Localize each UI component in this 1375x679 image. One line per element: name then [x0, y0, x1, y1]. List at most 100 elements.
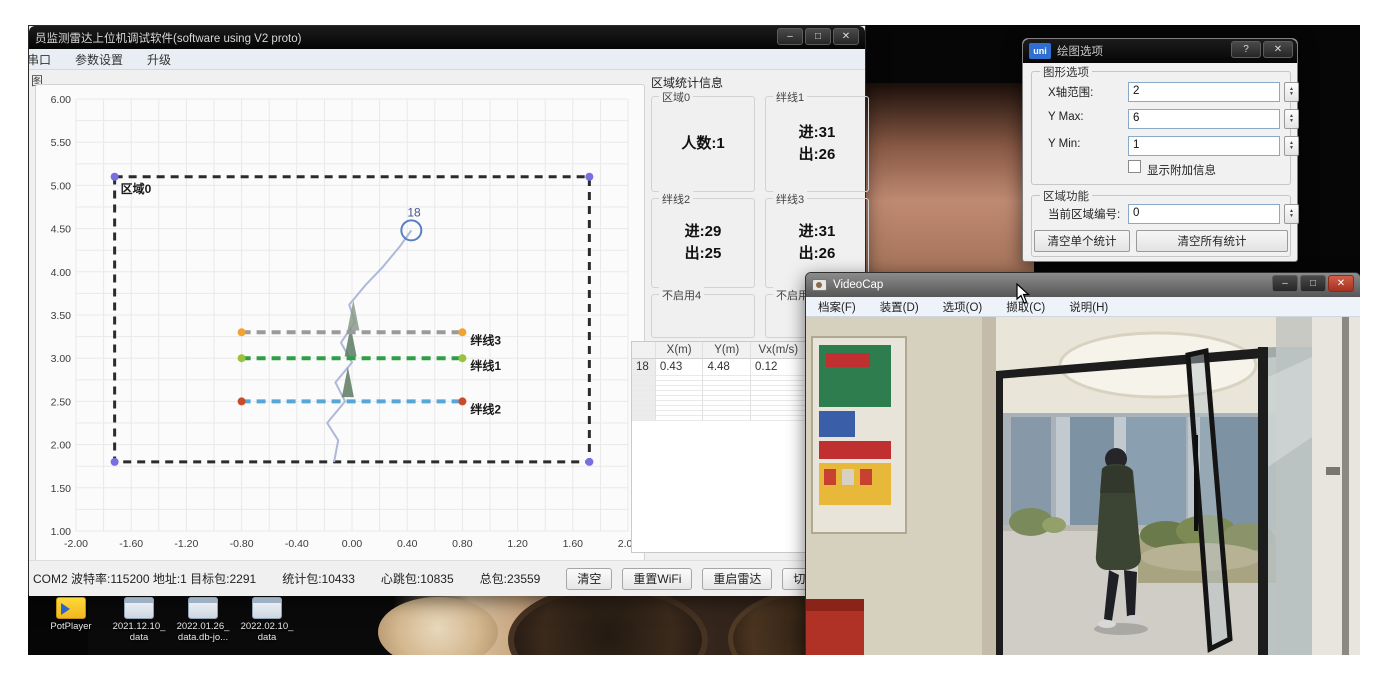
table-cell[interactable]: 4.48	[703, 359, 751, 376]
videocap-minimize-button[interactable]: –	[1272, 275, 1298, 292]
videocap-titlebar[interactable]: VideoCap – □ ✕	[806, 273, 1360, 297]
radar-titlebar[interactable]: 员监测雷达上位机调试软件(software using V2 proto) – …	[29, 26, 865, 49]
desktop-icon-label: 2022.02.10_	[236, 621, 298, 632]
trip-line-endpoint	[238, 354, 246, 362]
dialog-field-input-1[interactable]: 2	[1128, 82, 1280, 102]
graphics-options-caption: 图形选项	[1040, 64, 1092, 80]
desktop-icon-2022.01.26_[interactable]: 2022.01.26_data.db-jo...	[172, 597, 234, 643]
stats-value: 人数:1	[681, 133, 724, 155]
stats-group-caption: 绊线1	[773, 89, 807, 105]
trip-line-label: 绊线1	[470, 358, 501, 373]
stats-value: 出:26	[799, 144, 836, 166]
y-tick-label: 5.00	[51, 180, 72, 192]
y-tick-label: 2.50	[51, 396, 72, 408]
target-track	[327, 230, 411, 462]
menu-item-1[interactable]: 串口	[29, 49, 63, 70]
clear-button[interactable]: 清空	[566, 568, 612, 590]
desktop-icon-2021.12.10_[interactable]: 2021.12.10_data	[108, 597, 170, 643]
dialog-field-spinner-3[interactable]: ▲▼	[1284, 136, 1299, 156]
desktop-wallpaper-band	[864, 83, 1034, 298]
dialog-title: 绘图选项	[1057, 43, 1103, 59]
videocap-close-button[interactable]: ✕	[1328, 275, 1354, 292]
videocap-window: VideoCap – □ ✕ 档案(F)装置(D)选项(O)撷取(C)说明(H)	[805, 272, 1360, 655]
desktop-icon-label: data	[236, 632, 298, 643]
videocap-menu-2[interactable]: 装置(D)	[868, 297, 931, 317]
stats-group-绊线1: 绊线1进:31出:26	[765, 96, 869, 192]
dialog-field-input-3[interactable]: 1	[1128, 136, 1280, 156]
table-header-cell[interactable]: X(m)	[656, 342, 704, 359]
stats-group-caption: 不启用4	[659, 287, 704, 303]
stats-value: 进:31	[799, 122, 836, 144]
table-cell[interactable]	[751, 416, 807, 421]
dialog-field-spinner-1[interactable]: ▲▼	[1284, 82, 1299, 102]
status-item-2: 统计包:10433	[282, 570, 355, 587]
desktop-icon-2022.02.10_[interactable]: 2022.02.10_data	[236, 597, 298, 643]
videocap-title: VideoCap	[833, 279, 883, 291]
trip-line-label: 绊线2	[470, 401, 501, 416]
maximize-button[interactable]: □	[805, 28, 831, 45]
stats-group-绊线2: 绊线2进:29出:25	[651, 198, 755, 288]
table-cell[interactable]	[656, 416, 704, 421]
stats-group-不启用4: 不启用4	[651, 294, 755, 338]
minimize-button[interactable]: –	[777, 28, 803, 45]
table-header-cell[interactable]: Y(m)	[703, 342, 751, 359]
status-item-4: 总包:23559	[480, 570, 541, 587]
stats-group-区域0: 区域0人数:1	[651, 96, 755, 192]
region-corner-dot	[585, 173, 593, 181]
graphics-options-group: 图形选项 X轴范围:2▲▼Y Max:6▲▼Y Min:1▲▼ 显示附加信息	[1031, 71, 1291, 185]
videocap-menu-1[interactable]: 档案(F)	[806, 297, 868, 317]
x-tick-label: 0.00	[342, 538, 363, 550]
y-tick-label: 1.00	[51, 526, 72, 538]
status-item-3: 心跳包:10835	[381, 570, 454, 587]
clear-single-stats-button[interactable]: 清空单个统计	[1034, 230, 1130, 252]
reset-wifi-button[interactable]: 重置WiFi	[622, 568, 692, 590]
x-tick-label: 1.20	[507, 538, 528, 550]
menu-item-3[interactable]: 升级	[135, 49, 183, 70]
x-tick-label: 1.60	[563, 538, 584, 550]
stats-value: 出:25	[685, 243, 722, 265]
dialog-titlebar[interactable]: uni 绘图选项 ? ✕	[1023, 39, 1297, 63]
dialog-close-button[interactable]: ✕	[1263, 41, 1293, 58]
x-tick-label: 0.80	[452, 538, 473, 550]
plot-options-dialog: uni 绘图选项 ? ✕ 图形选项 X轴范围:2▲▼Y Max:6▲▼Y Min…	[1022, 38, 1298, 262]
uni-app-icon: uni	[1029, 43, 1051, 59]
videocap-menubar: 档案(F)装置(D)选项(O)撷取(C)说明(H)	[806, 297, 1360, 317]
file-icon	[252, 597, 282, 619]
radar-menubar: 串口参数设置升级	[29, 49, 865, 70]
show-extra-info-label: 显示附加信息	[1147, 162, 1216, 178]
videocap-video-feed	[806, 317, 1360, 655]
dialog-field-input-2[interactable]: 6	[1128, 109, 1280, 129]
current-region-label: 当前区域编号:	[1048, 206, 1120, 222]
stats-value: 进:31	[799, 221, 836, 243]
videocap-menu-5[interactable]: 说明(H)	[1057, 297, 1120, 317]
stats-group-caption: 绊线3	[773, 191, 807, 207]
current-region-spinner[interactable]: ▲▼	[1284, 204, 1299, 224]
dialog-field-spinner-2[interactable]: ▲▼	[1284, 109, 1299, 129]
radar-plot[interactable]: -2.00-1.60-1.20-0.80-0.400.000.400.801.2…	[38, 87, 642, 557]
radar-app-window: 员监测雷达上位机调试软件(software using V2 proto) – …	[28, 25, 866, 595]
videocap-menu-3[interactable]: 选项(O)	[931, 297, 995, 317]
table-cell[interactable]: 0.43	[656, 359, 704, 376]
desktop-icon-PotPlayer[interactable]: PotPlayer	[40, 597, 102, 632]
show-extra-info-checkbox[interactable]	[1128, 160, 1141, 173]
close-button[interactable]: ✕	[833, 28, 859, 45]
table-cell[interactable]: 18	[632, 359, 656, 376]
region-corner-dot	[111, 173, 119, 181]
table-cell[interactable]	[703, 416, 751, 421]
radar-chart-panel[interactable]: -2.00-1.60-1.20-0.80-0.400.000.400.801.2…	[35, 84, 645, 562]
dialog-help-button[interactable]: ?	[1231, 41, 1261, 58]
table-cell[interactable]	[632, 416, 656, 421]
menu-item-2[interactable]: 参数设置	[63, 49, 135, 70]
desktop-icon-label: 2021.12.10_	[108, 621, 170, 632]
trip-line-endpoint	[458, 354, 466, 362]
restart-radar-button[interactable]: 重启雷达	[702, 568, 772, 590]
current-region-input[interactable]: 0	[1128, 204, 1280, 224]
videocap-maximize-button[interactable]: □	[1300, 275, 1326, 292]
y-tick-label: 4.50	[51, 224, 72, 236]
clear-all-stats-button[interactable]: 清空所有统计	[1136, 230, 1288, 252]
table-header-cell[interactable]	[632, 342, 656, 359]
table-cell[interactable]: 0.12	[751, 359, 807, 376]
region-0-label: 区域0	[121, 181, 152, 196]
file-icon	[124, 597, 154, 619]
table-header-cell[interactable]: Vx(m/s)	[751, 342, 807, 359]
